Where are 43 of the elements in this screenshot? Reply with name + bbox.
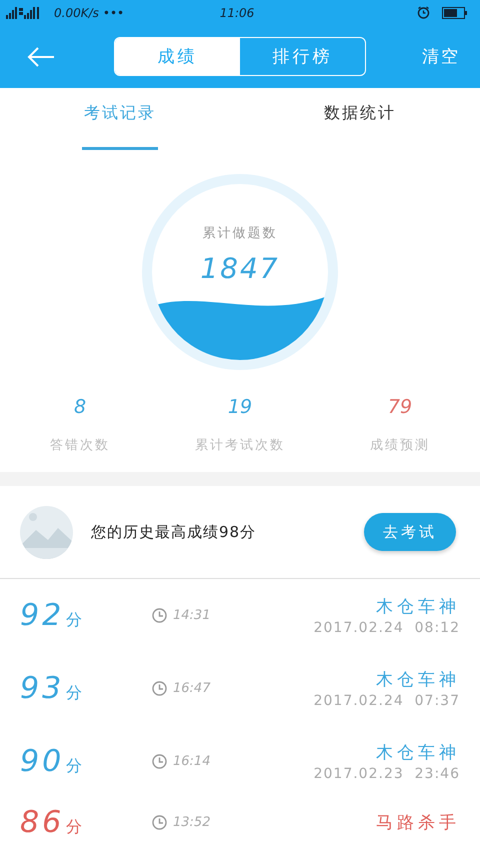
clear-button[interactable]: 清空	[422, 45, 460, 68]
stat-label: 累计考试次数	[195, 437, 285, 454]
more-dots: •••	[102, 6, 124, 20]
stat-label: 成绩预测	[370, 437, 430, 454]
back-arrow-icon[interactable]	[26, 46, 56, 68]
record-date: 2017.02.24 07:37	[314, 693, 460, 709]
gauge-value: 1847	[200, 252, 280, 285]
network-speed: 0.00K/s	[54, 6, 99, 20]
record-date: 2017.02.24 08:12	[314, 620, 460, 636]
clock-time: 11:06	[220, 6, 254, 20]
stat-value: 79	[388, 396, 412, 418]
tab[interactable]: 数据统计	[322, 88, 398, 150]
clock-icon	[152, 681, 167, 696]
score-value: 92	[20, 598, 64, 633]
duration-text: 13:52	[173, 814, 210, 830]
duration-text: 16:14	[173, 754, 210, 769]
clock-icon	[152, 754, 167, 769]
rank-title: 木仓车神	[376, 669, 460, 691]
record-date: 2017.02.23 23:46	[314, 766, 460, 782]
rank-title: 木仓车神	[376, 596, 460, 618]
alarm-icon	[417, 6, 430, 19]
stat-value: 19	[228, 396, 252, 418]
score-unit: 分	[66, 610, 82, 631]
score-unit: 分	[66, 683, 82, 704]
rank-title: 木仓车神	[376, 742, 460, 764]
rank-title: 马路杀手	[376, 812, 460, 834]
stat-label: 答错次数	[50, 437, 110, 454]
take-exam-button[interactable]: 去考试	[364, 513, 456, 551]
score-unit: 分	[66, 756, 82, 777]
score-value: 90	[20, 744, 64, 779]
segment-tab[interactable]: 排行榜	[240, 38, 365, 75]
battery-icon	[442, 6, 468, 18]
best-score-text: 您的历史最高成绩98分	[91, 522, 256, 542]
duration-text: 14:31	[173, 608, 210, 623]
segment-tab[interactable]: 成绩	[115, 38, 240, 75]
tab[interactable]: 考试记录	[82, 88, 158, 150]
stat-value: 8	[74, 396, 86, 418]
score-value: 86	[20, 804, 64, 840]
score-unit: 分	[66, 816, 82, 838]
score-value: 93	[20, 671, 64, 706]
duration-text: 16:47	[173, 681, 210, 696]
gauge-label: 累计做题数	[202, 225, 278, 242]
clock-icon	[152, 608, 167, 623]
